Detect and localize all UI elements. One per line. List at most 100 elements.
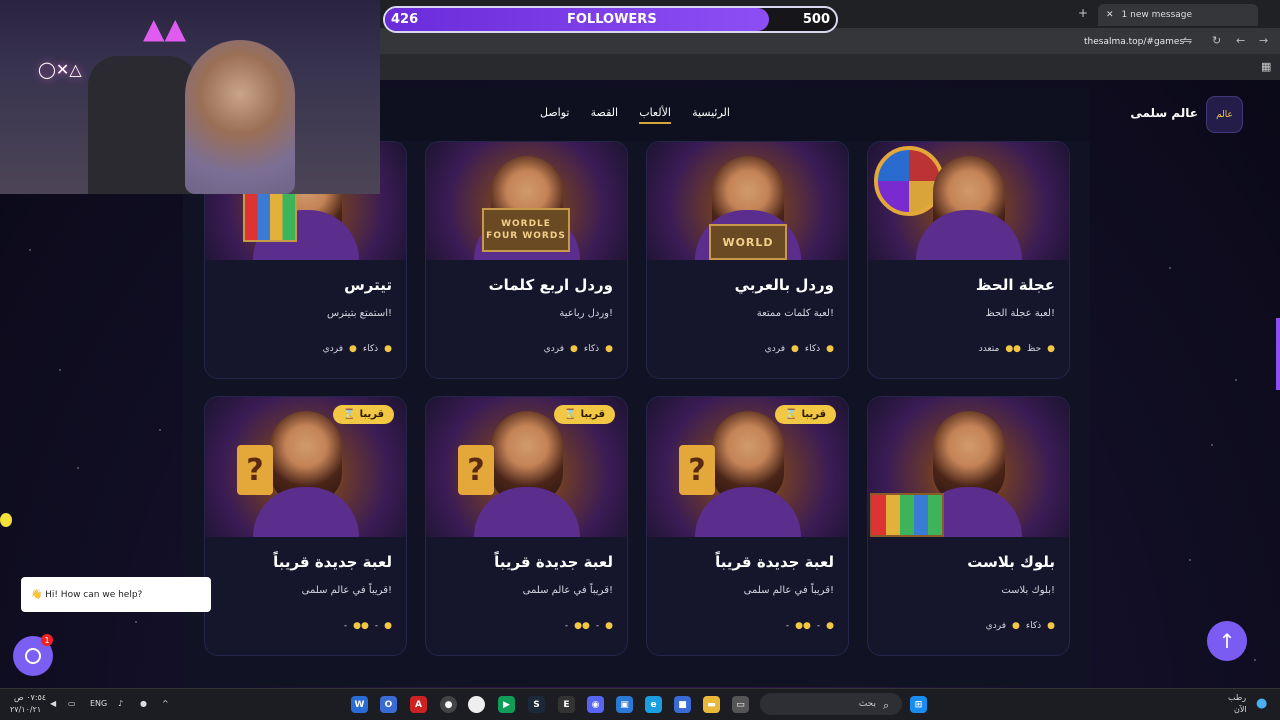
steam-icon[interactable]: S [528,696,545,713]
start-button-icon[interactable]: ⊞ [910,696,927,713]
search-icon: ⌕ [883,699,890,712]
language-indicator[interactable]: ENG [90,699,107,708]
group-icon: ●● [353,621,369,631]
hourglass-icon: ⌛ [564,409,577,420]
streaming-app-icon[interactable]: ▶ [498,696,515,713]
close-tab-icon[interactable]: ✕ [1106,10,1114,20]
game-desc: قريباً في عالم سلمى! [743,585,834,596]
game-title: لعبة جديدة قريباً [715,553,834,571]
clock-date[interactable]: ٢٧/١٠/٢١ [10,705,41,714]
nav-contact[interactable]: تواصل [540,106,569,124]
network-icon[interactable]: ● [140,699,147,708]
widgets-icon[interactable]: W [351,696,368,713]
mask-icon: ● [826,621,834,631]
chrome-icon[interactable] [468,696,485,713]
mask-icon: ● [1047,344,1055,354]
clock-time[interactable]: ٠٧:٥٤ ص [14,693,46,702]
hourglass-icon: ⌛ [785,409,798,420]
taskbar-search[interactable]: بحث [760,693,902,715]
browser-tab[interactable]: ✕ 1 new message [1098,4,1258,26]
mask-icon: ● [384,621,392,631]
forward-icon[interactable]: → [1259,34,1268,47]
epic-games-icon[interactable]: E [558,696,575,713]
game-card-coming-soon[interactable]: ? ⌛ قريبا لعبة جديدة قريباً قريباً في عال… [204,396,407,656]
url-text[interactable]: thesalma.top/#games [1084,37,1184,47]
main-nav: الرئيسية الألعاب القصة تواصل [540,106,730,124]
person-icon: ● [349,344,357,354]
game-card-wordle-four[interactable]: WORDLE FOUR WORDS وردل اربع كلمات وردل ر… [425,141,628,379]
task-view-icon[interactable]: ▭ [732,696,749,713]
question-card-icon: ? [679,445,715,495]
game-card-coming-soon[interactable]: ? ⌛ قريبا لعبة جديدة قريباً قريباً في عال… [425,396,628,656]
game-card-wordle-arabic[interactable]: WORLD وردل بالعربي لعبة كلمات ممتعة! ● ذك… [646,141,849,379]
game-image: ? ⌛ قريبا [647,397,848,537]
obs-icon[interactable]: ● [440,696,457,713]
tab-label: 1 new message [1121,10,1193,20]
site-name[interactable]: عالم سلمى [1130,106,1198,120]
reload-icon[interactable]: ↻ [1212,34,1221,47]
game-image [868,397,1069,537]
game-card-wheel[interactable]: عجلة الحظ لعبة عجلة الحظ! ● حظ ●● متعدد [867,141,1070,379]
followers-goal-bar: 426 FOLLOWERS 500 [383,6,838,33]
mask-icon: ● [1047,621,1055,631]
game-title: لعبة جديدة قريباً [273,553,392,571]
nav-story[interactable]: القصة [591,106,618,124]
coming-soon-badge: ⌛ قريبا [775,405,836,424]
site-settings-icon[interactable]: ⇋ [1183,34,1192,47]
mask-icon: ● [605,344,613,354]
scroll-to-top-button[interactable]: ↑ [1207,621,1247,661]
chat-greeting[interactable]: 👋 Hi! How can we help? [21,577,211,612]
mask-icon: ● [826,344,834,354]
side-dot-icon [0,513,12,527]
store-app-icon[interactable]: ■ [674,696,691,713]
game-meta: ● - ●● - [564,621,613,631]
weather-drop-icon: ● [1256,696,1268,711]
nav-home[interactable]: الرئيسية [692,106,730,124]
person-icon: ● [791,344,799,354]
unread-badge: 1 [41,634,53,646]
app-icon[interactable]: A [410,696,427,713]
wordle-board-icon: WORLD [709,224,787,260]
edge-icon[interactable]: e [645,696,662,713]
neon-sign-icon: ◯✕△ [38,60,82,79]
group-icon: ●● [1005,344,1022,354]
mask-icon: ● [605,621,613,631]
followers-goal: 500 [802,12,830,27]
outlook-icon[interactable]: O [380,696,397,713]
game-card-block-blast[interactable]: بلوك بلاست بلوك بلاست! ● ذكاء ● فردي [867,396,1070,656]
game-title: بلوك بلاست [967,553,1055,571]
game-card-coming-soon[interactable]: ? ⌛ قريبا لعبة جديدة قريباً قريباً في عال… [646,396,849,656]
game-meta: ● - ●● - [785,621,834,631]
question-card-icon: ? [458,445,494,495]
question-card-icon: ? [237,445,273,495]
game-image: WORLD [647,142,848,260]
person-icon: ● [1012,621,1020,631]
tetris-blocks-icon [243,192,297,242]
microphone-icon[interactable]: ♪ [118,699,123,708]
page-scrollbar[interactable] [1276,318,1280,390]
back-icon[interactable]: ← [1236,34,1245,47]
game-image [868,142,1069,260]
game-image: ? ⌛ قريبا [205,397,406,537]
new-tab-icon[interactable]: + [1078,6,1088,20]
microsoft-store-icon[interactable]: ▣ [616,696,633,713]
weather-sub: الآن [1234,705,1247,714]
chevron-up-icon[interactable]: ^ [162,699,169,708]
file-explorer-icon[interactable]: ▬ [703,696,720,713]
hourglass-icon: ⌛ [343,409,356,420]
site-logo[interactable]: عالم [1206,96,1243,133]
game-desc: استمتع بتيترس! [326,308,392,319]
game-meta: ● - ●● - [343,621,392,631]
nav-games[interactable]: الألعاب [639,106,671,124]
game-meta: ● ذكاء ● فردي [764,344,834,354]
weather-label[interactable]: رطب [1228,693,1246,702]
game-meta: ● حظ ●● متعدد [978,344,1055,354]
apps-grid-icon[interactable]: ▦ [1261,60,1271,73]
group-icon: ●● [795,621,811,631]
game-meta: ● ذكاء ● فردي [985,621,1055,631]
monitor-icon[interactable]: ▭ [68,699,76,708]
chat-launcher-button[interactable]: 1 [13,634,53,676]
volume-icon[interactable]: ◀ [50,699,56,708]
discord-icon[interactable]: ◉ [587,696,604,713]
followers-label: FOLLOWERS [567,12,657,27]
